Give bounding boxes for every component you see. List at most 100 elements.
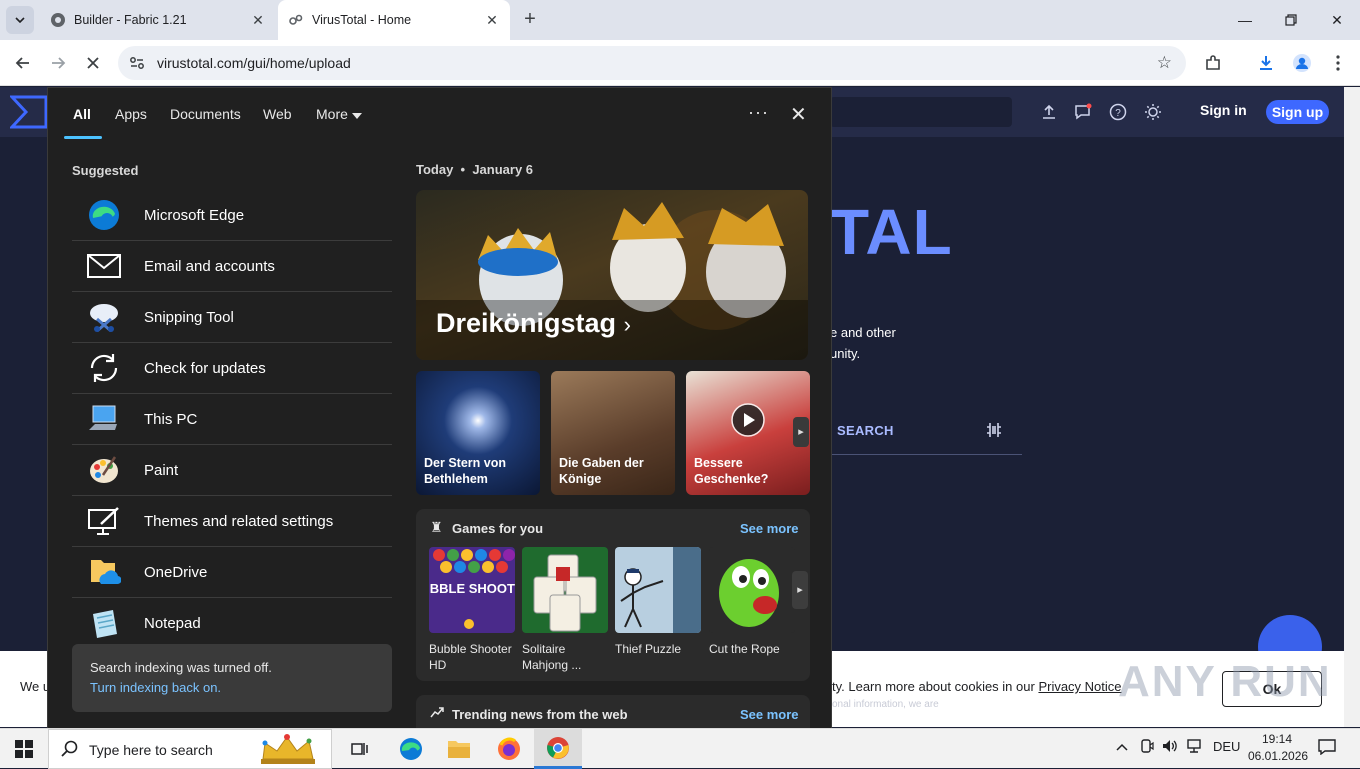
computer-icon (84, 401, 124, 437)
taskbar-file-explorer[interactable] (435, 729, 483, 769)
tab-close-icon[interactable]: ✕ (484, 12, 500, 28)
firefox-icon (498, 737, 520, 760)
games-next-arrow-icon[interactable]: ▸ (792, 571, 808, 609)
tab-all[interactable]: All (73, 106, 91, 122)
notepad-icon (84, 606, 124, 642)
play-icon[interactable] (731, 403, 765, 437)
tray-overflow-chevron-icon[interactable] (1116, 739, 1128, 754)
start-button[interactable] (0, 729, 48, 769)
address-bar[interactable]: virustotal.com/gui/home/upload ☆ (118, 46, 1186, 80)
turn-indexing-on-link[interactable]: Turn indexing back on. (90, 680, 221, 695)
suggested-item-edge[interactable]: Microsoft Edge (72, 190, 392, 241)
chevron-down-icon (15, 17, 25, 23)
browser-menu-button[interactable] (1323, 48, 1353, 78)
tab-close-icon[interactable]: ✕ (250, 12, 266, 28)
tab-documents[interactable]: Documents (170, 106, 241, 122)
tab-more[interactable]: More (316, 106, 362, 122)
vt-search-tab[interactable]: SEARCH (837, 423, 894, 438)
tab-web[interactable]: Web (263, 106, 292, 122)
suggested-item-paint[interactable]: Paint (72, 445, 392, 496)
site-info-icon[interactable] (128, 54, 146, 72)
indexing-message: Search indexing was turned off. (90, 660, 272, 675)
chat-icon[interactable] (1072, 101, 1094, 123)
tab-search-button[interactable] (6, 6, 34, 34)
suggested-item-themes[interactable]: Themes and related settings (72, 496, 392, 547)
suggested-item-notepad[interactable]: Notepad (72, 598, 392, 649)
sign-in-link[interactable]: Sign in (1200, 102, 1247, 118)
downloads-button[interactable] (1251, 48, 1281, 78)
games-see-more-link[interactable]: See more (740, 521, 799, 536)
cookie-text-continued: ty. Learn more about cookies in our Priv… (832, 679, 1122, 694)
upload-icon[interactable] (1038, 101, 1060, 123)
suggested-item-updates[interactable]: Check for updates (72, 343, 392, 394)
svg-text:?: ? (1115, 108, 1121, 119)
browser-tab-strip: Builder - Fabric 1.21 ✕ VirusTotal - Hom… (0, 0, 1360, 40)
privacy-notice-link[interactable]: Privacy Notice (1038, 679, 1121, 694)
taskbar-firefox[interactable] (485, 729, 533, 769)
network-icon[interactable] (1186, 739, 1202, 756)
more-options-icon[interactable]: ··· (748, 102, 769, 123)
more-vertical-icon (1336, 55, 1340, 71)
sign-up-button[interactable]: Sign up (1266, 100, 1329, 124)
game-thief-puzzle[interactable]: Thief Puzzle (615, 547, 701, 657)
browser-tab-builder[interactable]: Builder - Fabric 1.21 ✕ (40, 0, 276, 40)
caret-down-icon (351, 113, 362, 119)
onedrive-icon (84, 554, 124, 590)
task-view-button[interactable] (337, 729, 385, 769)
fingerprint-icon[interactable] (984, 421, 1004, 444)
cards-next-arrow-icon[interactable]: ▸ (793, 417, 809, 447)
suggested-item-snipping[interactable]: Snipping Tool (72, 292, 392, 343)
theme-toggle-icon[interactable] (1142, 101, 1164, 123)
suggested-item-label: Email and accounts (144, 257, 275, 275)
url-text: virustotal.com/gui/home/upload (157, 55, 351, 71)
close-window-button[interactable]: ✕ (1314, 0, 1360, 40)
search-highlight-crowns-icon (261, 734, 315, 764)
stop-loading-button[interactable] (78, 48, 108, 78)
news-card-stern[interactable]: Der Stern von Bethlehem (416, 371, 540, 495)
meet-now-icon[interactable] (1140, 739, 1154, 756)
clock-time[interactable]: 19:14 (1262, 732, 1292, 746)
trending-icon (430, 705, 444, 721)
minimize-button[interactable]: — (1222, 0, 1268, 40)
browser-tab-virustotal[interactable]: VirusTotal - Home ✕ (278, 0, 510, 40)
hero-card-dreikoenigstag[interactable]: Dreikönigstag › (416, 190, 808, 360)
tab-apps[interactable]: Apps (115, 106, 147, 122)
input-language[interactable]: DEU (1213, 739, 1240, 754)
suggested-item-label: Paint (144, 461, 179, 479)
puzzle-icon (1206, 55, 1220, 70)
close-icon[interactable]: ✕ (790, 102, 807, 127)
taskbar-edge[interactable] (387, 729, 435, 769)
suggested-item-this-pc[interactable]: This PC (72, 394, 392, 445)
close-icon (87, 57, 99, 69)
trending-heading: Trending news from the web (452, 707, 628, 722)
news-card-geschenke[interactable]: Bessere Geschenke? (686, 371, 810, 495)
cookie-text-part: ty. Learn more about cookies in our (832, 679, 1039, 694)
extensions-button[interactable] (1198, 48, 1228, 78)
virustotal-logo-icon[interactable] (10, 95, 48, 129)
forward-button[interactable] (43, 48, 73, 78)
vt-search-input[interactable] (830, 97, 1012, 127)
trending-see-more-link[interactable]: See more (740, 707, 799, 722)
notification-icon[interactable] (1318, 739, 1336, 758)
profile-button[interactable] (1287, 48, 1317, 78)
game-cut-the-rope[interactable]: Cut the Rope (709, 547, 795, 657)
suggested-item-onedrive[interactable]: OneDrive (72, 547, 392, 598)
bookmark-star-icon[interactable]: ☆ (1157, 53, 1172, 73)
taskbar-search-box[interactable]: Type here to search (48, 729, 332, 769)
new-tab-button[interactable]: + (518, 8, 542, 32)
volume-icon[interactable] (1162, 739, 1178, 756)
today-heading: Today • January 6 (416, 162, 534, 177)
taskbar-chrome[interactable] (534, 729, 582, 769)
game-bubble-shooter[interactable]: BUBBLE SHOOTER Bubble Shooter HD (429, 547, 515, 673)
back-button[interactable] (8, 48, 38, 78)
suggested-item-email[interactable]: Email and accounts (72, 241, 392, 292)
suggested-item-label: OneDrive (144, 563, 208, 581)
news-card-gaben[interactable]: Die Gaben der Könige (551, 371, 675, 495)
game-solitaire-mahjong[interactable]: Solitaire Mahjong ... (522, 547, 608, 673)
game-label: Bubble Shooter HD (429, 642, 512, 672)
restore-button[interactable] (1268, 0, 1314, 40)
help-icon[interactable]: ? (1107, 101, 1129, 123)
cookie-text-faint: onal information, we are (832, 699, 939, 710)
clock-date[interactable]: 06.01.2026 (1248, 749, 1308, 763)
page-scrollbar[interactable] (1344, 87, 1360, 727)
